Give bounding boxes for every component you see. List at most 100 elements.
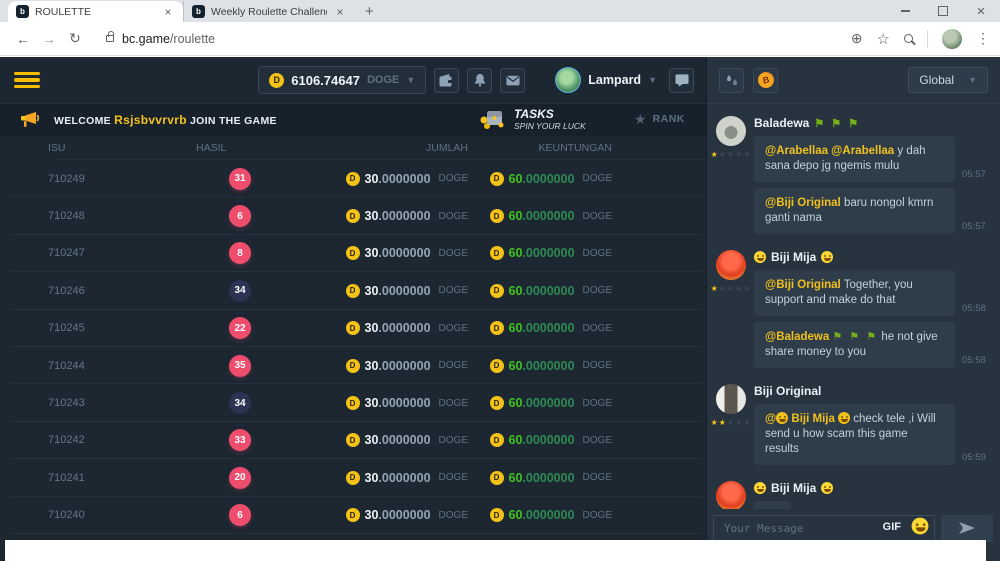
zoom-page-icon[interactable] [851, 30, 863, 47]
bet-currency: DOGE [439, 285, 468, 296]
result-cell: 31 [196, 168, 336, 190]
result-badge: 35 [229, 355, 251, 377]
url-field[interactable]: bc.game/roulette [122, 32, 215, 46]
avatar[interactable] [716, 481, 746, 509]
doge-coin-icon: D [490, 359, 504, 373]
bubble-list: @Arabellaa @Arabellaa y dah sana depo jg… [754, 136, 990, 234]
bet-amount-cell: D 30.0000000 DOGE [346, 469, 477, 487]
profit-amount-decimals: .0000000 [522, 359, 574, 373]
profit-currency: DOGE [583, 360, 612, 371]
messages-button[interactable] [500, 68, 525, 93]
table-row[interactable]: 710247 8 D 30.0000000 DOGE D 60.0000000 … [0, 235, 706, 272]
chat-username[interactable]: Baladewa⚑ ⚑ ⚑ [754, 116, 990, 130]
wallet-icon [439, 74, 454, 87]
gif-button[interactable]: GIF [883, 521, 901, 533]
notifications-button[interactable] [467, 68, 492, 93]
maximize-button[interactable] [924, 0, 962, 22]
doge-coin-icon: D [346, 508, 360, 522]
back-button[interactable] [10, 31, 36, 47]
menu-icon[interactable] [14, 72, 40, 89]
search-icon[interactable] [904, 34, 913, 43]
bubble-text[interactable]: @Arabellaa @Arabellaa y dah sana depo jg… [754, 136, 955, 182]
minimize-button[interactable] [886, 0, 924, 22]
mention[interactable]: @Biji Original [765, 279, 841, 291]
bubble-text[interactable]: @ Biji Mija check tele ,i Will send u ho… [754, 404, 955, 465]
coin-drop-button[interactable]: B [753, 68, 778, 93]
round-id: 710243 [48, 397, 196, 409]
chat-message: @Arabellaa @Arabellaa y dah sana depo jg… [754, 136, 990, 182]
results-table-header: ISU HASIL JUMLAH KEUNTUNGAN [0, 136, 706, 160]
grin-emoji-icon [754, 251, 766, 263]
bubble-text[interactable]: @Baladewa ⚑ ⚑ ⚑ he not give share money … [754, 322, 955, 368]
result-cell: 34 [196, 280, 336, 302]
tab-roulette[interactable]: b ROULETTE [8, 1, 183, 22]
bet-amount-decimals: .0000000 [378, 508, 430, 522]
bubble-text[interactable]: @Biji Original Together, you support and… [754, 270, 955, 316]
tasks-link[interactable]: TASKS SPIN YOUR LUCK [480, 107, 586, 131]
table-row[interactable]: 710248 6 D 30.0000000 DOGE D 60.0000000 … [0, 197, 706, 234]
round-id: 710240 [48, 509, 196, 521]
browser-menu-icon[interactable] [976, 30, 990, 47]
table-row[interactable]: 710244 35 D 30.0000000 DOGE D 60.0000000… [0, 347, 706, 384]
profit-amount-decimals: .0000000 [522, 209, 574, 223]
tab-title: Weekly Roulette Challenge - Win [211, 6, 327, 18]
chat-username[interactable]: Biji Mija [754, 481, 990, 495]
user-rating: ★★★★★ [711, 151, 752, 159]
mention[interactable]: @Arabellaa @Arabellaa [765, 145, 894, 157]
rain-button[interactable] [719, 68, 744, 93]
chat-header: B Global [707, 57, 1000, 104]
table-row[interactable]: 710245 22 D 30.0000000 DOGE D 60.0000000… [0, 310, 706, 347]
round-id: 710242 [48, 434, 196, 446]
table-row[interactable]: 710242 33 D 30.0000000 DOGE D 60.0000000… [0, 422, 706, 459]
close-window-button[interactable] [962, 0, 1000, 22]
table-row[interactable]: 710243 34 D 30.0000000 DOGE D 60.0000000… [0, 384, 706, 421]
bet-amount-decimals: .0000000 [378, 396, 430, 410]
send-button[interactable] [941, 515, 993, 542]
chat-toggle-button[interactable] [669, 68, 694, 93]
treasure-chest-icon [480, 108, 506, 130]
doge-coin-icon: D [490, 209, 504, 223]
user-menu[interactable]: Lampard [555, 67, 657, 93]
close-tab-icon[interactable] [161, 5, 175, 19]
profit-cell: D 60.0000000 DOGE [490, 394, 629, 412]
profit-amount: 60 [509, 321, 523, 335]
mention[interactable]: @Biji Original [765, 197, 841, 209]
username-text: Biji Mija [771, 250, 816, 264]
balance-selector[interactable]: D 6106.74647 DOGE [258, 66, 426, 94]
profit-amount: 60 [509, 433, 523, 447]
table-row[interactable]: 710246 34 D 30.0000000 DOGE D 60.0000000… [0, 272, 706, 309]
mention[interactable]: @ Biji Mija [765, 413, 850, 425]
round-id: 710247 [48, 247, 196, 259]
welcome-username: Rsjsbvvrvrb [114, 113, 187, 127]
profit-amount: 60 [509, 359, 523, 373]
emoji-picker-icon[interactable] [912, 517, 929, 534]
bookmark-icon[interactable] [877, 30, 890, 48]
avatar [555, 67, 581, 93]
round-id: 710244 [48, 360, 196, 372]
table-row[interactable]: 710240 6 D 30.0000000 DOGE D 60.0000000 … [0, 497, 706, 534]
result-badge: 31 [229, 168, 251, 190]
chat-room-select[interactable]: Global [908, 67, 988, 93]
bet-currency: DOGE [439, 435, 468, 446]
avatar[interactable] [716, 116, 746, 146]
bet-amount-cell: D 30.0000000 DOGE [346, 207, 477, 225]
avatar[interactable] [716, 384, 746, 414]
reload-button[interactable] [62, 30, 88, 47]
chat-username[interactable]: Biji Original [754, 384, 990, 398]
forward-button[interactable] [36, 31, 62, 47]
wallet-button[interactable] [434, 68, 459, 93]
avatar[interactable] [716, 250, 746, 280]
result-cell: 35 [196, 355, 336, 377]
table-row[interactable]: 710241 20 D 30.0000000 DOGE D 60.0000000… [0, 459, 706, 496]
close-tab-icon[interactable] [333, 5, 347, 19]
browser-profile-avatar[interactable] [942, 29, 962, 49]
tab-weekly-challenge[interactable]: b Weekly Roulette Challenge - Win [183, 1, 355, 22]
mention[interactable]: @Baladewa [765, 331, 829, 343]
bubble-text[interactable]: Ok [754, 501, 791, 509]
rank-link[interactable]: RANK [634, 112, 685, 126]
chat-message-input[interactable] [713, 515, 935, 542]
bubble-text[interactable]: @Biji Original baru nongol kmrn ganti na… [754, 188, 955, 234]
table-row[interactable]: 710249 31 D 30.0000000 DOGE D 60.0000000… [0, 160, 706, 197]
new-tab-button[interactable] [365, 3, 374, 22]
chat-username[interactable]: Biji Mija [754, 250, 990, 264]
